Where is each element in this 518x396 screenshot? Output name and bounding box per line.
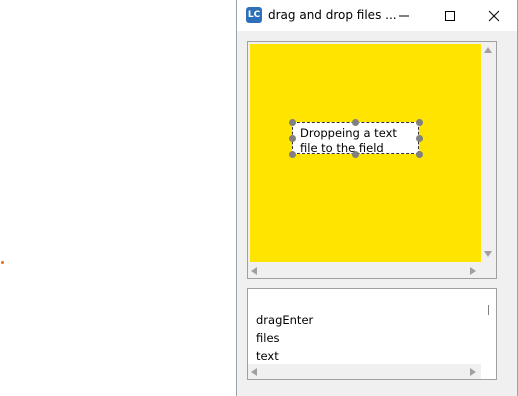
log-vertical-scrollbar[interactable] (481, 289, 496, 379)
scroll-thumb[interactable] (488, 305, 489, 315)
drop-horizontal-scrollbar[interactable] (248, 263, 481, 278)
selection-handle-top-right[interactable] (416, 119, 423, 126)
selection-handle-top-center[interactable] (352, 119, 359, 126)
scroll-right-arrow-icon[interactable] (470, 267, 476, 275)
event-log-lines: dragEnter files text (256, 311, 313, 365)
dropped-text-field[interactable]: Droppeing a text file to the field (292, 122, 419, 155)
selection-handle-bottom-right[interactable] (416, 151, 423, 158)
drop-vertical-scrollbar[interactable] (481, 42, 496, 263)
title-bar[interactable]: LC drag and drop files ... (237, 0, 517, 31)
scroll-left-arrow-icon[interactable] (251, 267, 257, 275)
drop-scroll-container: Droppeing a text file to the field (247, 41, 497, 279)
scroll-right-arrow-icon[interactable] (470, 368, 476, 376)
scroll-left-arrow-icon[interactable] (251, 368, 257, 376)
minimize-button[interactable] (381, 0, 427, 31)
window-content: Droppeing a text file to the field dragE… (237, 31, 517, 396)
selection-handle-top-left[interactable] (289, 119, 296, 126)
app-icon: LC (246, 7, 262, 23)
selection-handle-bottom-left[interactable] (289, 151, 296, 158)
selection-handle-middle-right[interactable] (416, 135, 423, 142)
scroll-up-arrow-icon[interactable] (484, 47, 492, 53)
app-window: LC drag and drop files ... Droppeing a t… (236, 0, 518, 396)
maximize-icon (445, 11, 455, 21)
log-line: text (256, 349, 279, 363)
drop-target-area[interactable]: Droppeing a text file to the field (250, 44, 481, 262)
selection-handle-middle-left[interactable] (289, 135, 296, 142)
log-line: files (256, 331, 280, 345)
selection-handle-bottom-center[interactable] (352, 151, 359, 158)
window-title: drag and drop files ... (268, 8, 397, 22)
scroll-down-arrow-icon[interactable] (484, 251, 492, 257)
log-horizontal-scrollbar[interactable] (248, 364, 481, 379)
close-button[interactable] (471, 0, 517, 31)
maximize-button[interactable] (427, 0, 473, 31)
close-icon (488, 10, 500, 22)
event-log-field[interactable]: dragEnter files text (247, 288, 497, 380)
minimize-icon (399, 15, 409, 17)
dropped-text-content: Droppeing a text file to the field (300, 126, 397, 155)
log-line: dragEnter (256, 313, 314, 327)
stray-dot (1, 261, 4, 264)
